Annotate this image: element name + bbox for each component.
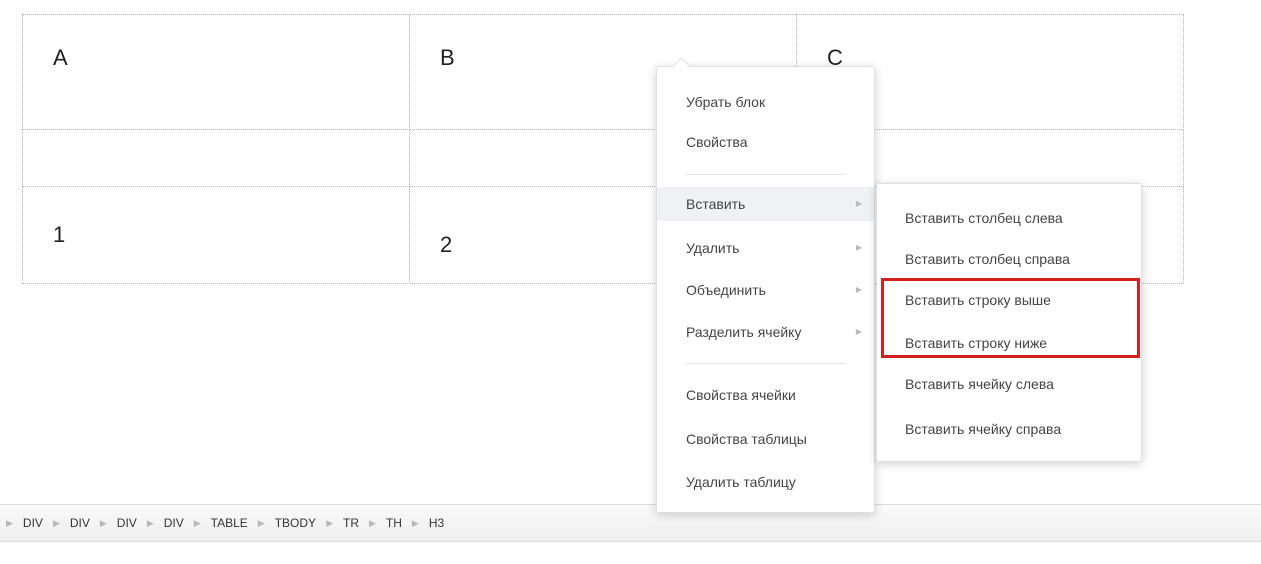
path-crumb[interactable]: TR — [343, 516, 359, 530]
path-crumb[interactable]: TBODY — [275, 516, 316, 530]
menu-item-delete-table[interactable]: Удалить таблицу — [657, 465, 874, 499]
path-crumb[interactable]: TH — [386, 516, 402, 530]
submenu-arrow-icon: ▶ — [855, 327, 862, 336]
submenu-item-label: Вставить строку выше — [905, 292, 1051, 308]
submenu-item-label: Вставить строку ниже — [905, 335, 1048, 351]
menu-item-label: Удалить таблицу — [686, 474, 796, 490]
path-crumb[interactable]: DIV — [117, 516, 137, 530]
cell-text: A — [53, 45, 68, 70]
table-cell[interactable] — [22, 129, 410, 187]
menu-item-insert[interactable]: Вставить ▶ — [657, 187, 874, 221]
cell-text: B — [440, 45, 455, 70]
menu-item-merge[interactable]: Объединить ▶ — [657, 273, 874, 307]
element-path-bar: ▶ DIV ▶ DIV ▶ DIV ▶ DIV ▶ TABLE ▶ TBODY … — [0, 504, 1261, 542]
table-row: A B C — [22, 14, 1184, 130]
chevron-right-icon: ▶ — [257, 517, 265, 528]
submenu-arrow-icon: ▶ — [855, 199, 862, 208]
chevron-right-icon: ▶ — [326, 517, 333, 528]
chevron-right-icon: ▶ — [146, 517, 154, 528]
cell-text: 2 — [440, 232, 453, 257]
menu-item-remove-block[interactable]: Убрать блок — [657, 85, 874, 119]
chevron-right-icon: ▶ — [411, 517, 419, 528]
insert-submenu: Вставить столбец слева Вставить столбец … — [876, 183, 1142, 462]
cell-text: 1 — [53, 222, 66, 247]
menu-item-label: Свойства — [686, 134, 748, 150]
submenu-item-label: Вставить столбец слева — [905, 210, 1063, 226]
path-crumb[interactable]: DIV — [164, 516, 184, 530]
menu-item-label: Убрать блок — [686, 94, 766, 110]
menu-item-label: Удалить — [686, 240, 740, 256]
path-crumb[interactable]: DIV — [23, 516, 43, 530]
menu-item-label: Свойства ячейки — [686, 387, 796, 403]
chevron-right-icon: ▶ — [6, 517, 13, 528]
submenu-item-insert-col-right[interactable]: Вставить столбец справа — [877, 242, 1141, 276]
submenu-item-insert-col-left[interactable]: Вставить столбец слева — [877, 201, 1141, 235]
menu-item-split-cell[interactable]: Разделить ячейку ▶ — [657, 315, 874, 349]
menu-item-label: Объединить — [686, 282, 766, 298]
menu-item-label: Разделить ячейку — [686, 324, 802, 340]
chevron-right-icon: ▶ — [52, 517, 60, 528]
table-row — [22, 129, 1184, 187]
path-crumb[interactable]: DIV — [70, 516, 90, 530]
menu-item-cell-properties[interactable]: Свойства ячейки — [657, 378, 874, 412]
menu-item-label: Вставить — [686, 196, 746, 212]
path-crumb[interactable]: H3 — [429, 516, 444, 530]
menu-item-properties[interactable]: Свойства — [657, 125, 874, 159]
table-cell[interactable]: 1 — [22, 186, 410, 284]
submenu-item-label: Вставить столбец справа — [905, 251, 1070, 267]
submenu-item-insert-row-above[interactable]: Вставить строку выше — [877, 283, 1141, 317]
submenu-item-insert-cell-right[interactable]: Вставить ячейку справа — [877, 412, 1141, 446]
submenu-item-label: Вставить ячейку справа — [905, 421, 1062, 437]
submenu-arrow-icon: ▶ — [855, 243, 862, 252]
menu-item-delete[interactable]: Удалить ▶ — [657, 231, 874, 265]
chevron-right-icon: ▶ — [193, 517, 201, 528]
menu-divider — [686, 174, 846, 175]
menu-divider — [686, 363, 846, 364]
chevron-right-icon: ▶ — [99, 517, 107, 528]
submenu-item-insert-cell-left[interactable]: Вставить ячейку слева — [877, 367, 1141, 401]
path-crumb[interactable]: TABLE — [211, 516, 248, 530]
submenu-item-label: Вставить ячейку слева — [905, 376, 1054, 392]
menu-item-table-properties[interactable]: Свойства таблицы — [657, 422, 874, 456]
context-menu: Убрать блок Свойства Вставить ▶ Удалить … — [656, 57, 875, 513]
submenu-arrow-icon: ▶ — [855, 285, 862, 294]
table-cell[interactable]: A — [22, 14, 410, 130]
submenu-item-insert-row-below[interactable]: Вставить строку ниже — [877, 326, 1141, 360]
chevron-right-icon: ▶ — [368, 517, 376, 528]
menu-item-label: Свойства таблицы — [686, 431, 807, 447]
